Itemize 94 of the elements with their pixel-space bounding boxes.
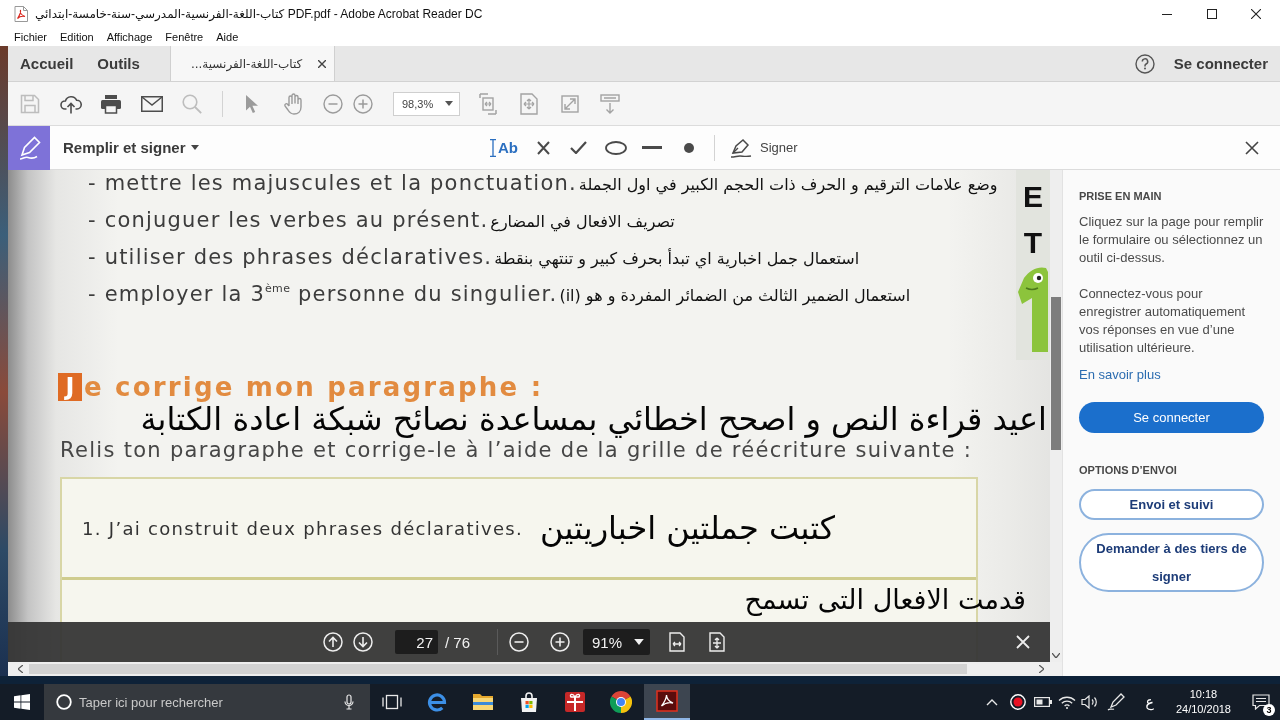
document-tab[interactable]: كتاب-اللغة-الفرنسية... [169, 46, 335, 81]
close-icon[interactable] [317, 59, 326, 68]
menu-item[interactable]: Affichage [106, 31, 153, 43]
chevron-up-icon[interactable] [985, 698, 998, 706]
instruction-text: Relis ton paragraphe et corrige-le à l’aide de la grille de réécriture suivante : [60, 438, 973, 463]
annotation-text: كتبت جملتين اخباريتين [540, 509, 836, 547]
annotation-text: استعمال الضمير الثالث من الضمائر المفردة و هو (il) [559, 286, 911, 305]
annotation-text: وضع علامات الترقيم و الحرف ذات الحجم الكبير في اول الجملة [578, 175, 998, 194]
menu-item[interactable]: Edition [60, 31, 94, 43]
scrollbar-thumb[interactable] [29, 664, 967, 674]
zoom-dropdown[interactable]: 91% [583, 629, 650, 655]
text-cursor-icon [490, 138, 496, 157]
minimize-icon[interactable] [1162, 13, 1172, 15]
windows-logo-icon[interactable] [14, 694, 30, 710]
annotation-text: تصريف الافعال في المضارع [490, 212, 675, 231]
print-icon[interactable] [100, 93, 122, 114]
close-icon[interactable] [1245, 140, 1259, 155]
notification-badge: 3 [1263, 704, 1275, 716]
annotation-text: استعمال جمل اخبارية اي تبدأ بحرف كبير و تنتهي بنقطة [494, 249, 860, 268]
document-text: - utiliser des phrases déclaratives. [88, 245, 493, 269]
help-icon[interactable] [1134, 53, 1155, 74]
menu-item[interactable]: Fenêtre [165, 31, 204, 43]
close-icon[interactable] [1251, 9, 1261, 19]
gift-icon[interactable] [564, 691, 586, 713]
page-number-field[interactable]: 27 [395, 630, 438, 654]
fill-sign-menu[interactable]: Remplir et signer [63, 139, 199, 156]
add-text-tool[interactable]: Ab [490, 138, 518, 157]
nav-tab[interactable]: Accueil [8, 46, 86, 81]
cross-mark-icon[interactable] [537, 140, 550, 155]
annotation-text: قدمت الافعال التى تسمح [744, 584, 1026, 616]
page-count: / 76 [445, 633, 472, 651]
sign-in-button[interactable]: Se connecter [1079, 402, 1264, 433]
scroll-left-icon[interactable] [18, 665, 23, 673]
pen-tile-icon[interactable] [8, 125, 50, 170]
panel-text: Cliquez sur la page pour remplir le formulaire ou sélectionnez un outil ci-dessus. [1079, 213, 1264, 267]
dot-icon[interactable] [684, 142, 694, 153]
scroll-right-icon[interactable] [1039, 665, 1044, 673]
mail-icon[interactable] [141, 95, 163, 112]
panel-text: Connectez-vous pour enregistrer automatiquement vos réponses en vue d’une utilisation ultérieure. [1079, 285, 1247, 357]
sign-button[interactable]: Signer [730, 137, 798, 158]
caret-icon[interactable] [445, 101, 453, 106]
upload-cloud-icon[interactable] [60, 93, 82, 114]
fit-page-icon[interactable] [709, 632, 725, 652]
caret-icon[interactable] [190, 145, 199, 150]
window-title: كتاب-اللغة-الفرنسية-المدرسي-سنة-خامسة-ابتدائي PDF.pdf - Adobe Acrobat Reader DC [35, 7, 483, 21]
maximize-icon[interactable] [1207, 9, 1217, 19]
section-heading: PRISE EN MAIN [1079, 189, 1162, 203]
checkmark-icon[interactable] [570, 141, 587, 154]
task-view-icon[interactable] [382, 694, 402, 710]
menu-item[interactable]: Fichier [14, 31, 47, 43]
battery-icon[interactable] [1033, 697, 1052, 707]
send-option-button[interactable]: Envoi et suivi [1079, 489, 1264, 520]
section-heading: e corrige mon paragraphe : [84, 372, 544, 402]
nav-tab[interactable]: Outils [85, 46, 152, 81]
document-text: - mettre les majuscules et la ponctuation. [88, 171, 577, 195]
fountain-pen-icon [730, 137, 752, 158]
initial-letter: J [58, 373, 82, 401]
scrollbar-thumb[interactable] [1051, 297, 1061, 450]
pdf-file-icon [14, 6, 28, 22]
margin-letter: E [1023, 180, 1043, 214]
folder-icon[interactable] [472, 691, 494, 713]
section-heading: OPTIONS D’ENVOI [1079, 463, 1177, 477]
fit-width-icon[interactable] [669, 632, 685, 652]
language-indicator[interactable]: ع [1145, 694, 1154, 710]
document-text: - employer la 3$^{ème}$ personne du singulier. [88, 282, 558, 306]
clock-date[interactable]: 24/10/2018 [1175, 702, 1231, 717]
speaker-icon[interactable] [1080, 695, 1099, 709]
margin-letter: T [1023, 226, 1043, 260]
scroll-down-icon[interactable] [1052, 653, 1060, 658]
search-ring-icon [56, 694, 72, 710]
caret-icon[interactable] [634, 639, 644, 645]
hand-icon[interactable] [283, 92, 303, 115]
arrow-down-icon[interactable] [353, 632, 373, 652]
sign-in-link[interactable]: Se connecter [1173, 46, 1268, 81]
microphone-icon[interactable] [344, 694, 354, 710]
menu-item[interactable]: Aide [216, 31, 239, 43]
search-field[interactable]: Taper ici pour rechercher [44, 684, 370, 720]
pen-icon[interactable] [1106, 693, 1125, 711]
document-text: - conjuguer les verbes au présent. [88, 208, 489, 232]
send-option-button[interactable]: Demander à des tiers de signer [1079, 533, 1264, 592]
record-icon[interactable] [1009, 694, 1026, 710]
taskbar-app-button[interactable] [644, 684, 690, 720]
pointer-icon[interactable] [245, 93, 259, 114]
ellipse-icon[interactable] [605, 140, 627, 155]
e-logo-icon[interactable] [426, 691, 448, 713]
grid-text: 1. J’ai construit deux phrases déclaratives. [82, 517, 524, 539]
pdf-app-icon[interactable] [656, 690, 678, 712]
zoom-dropdown[interactable]: 98,3% [393, 91, 460, 116]
learn-more-link[interactable]: En savoir plus [1079, 366, 1161, 384]
wifi-icon[interactable] [1057, 695, 1076, 709]
ring-logo-icon[interactable] [610, 691, 632, 713]
arrow-up-icon[interactable] [323, 632, 343, 652]
clock-time[interactable]: 10:18 [1189, 687, 1218, 702]
shopping-bag-icon[interactable] [518, 691, 540, 713]
